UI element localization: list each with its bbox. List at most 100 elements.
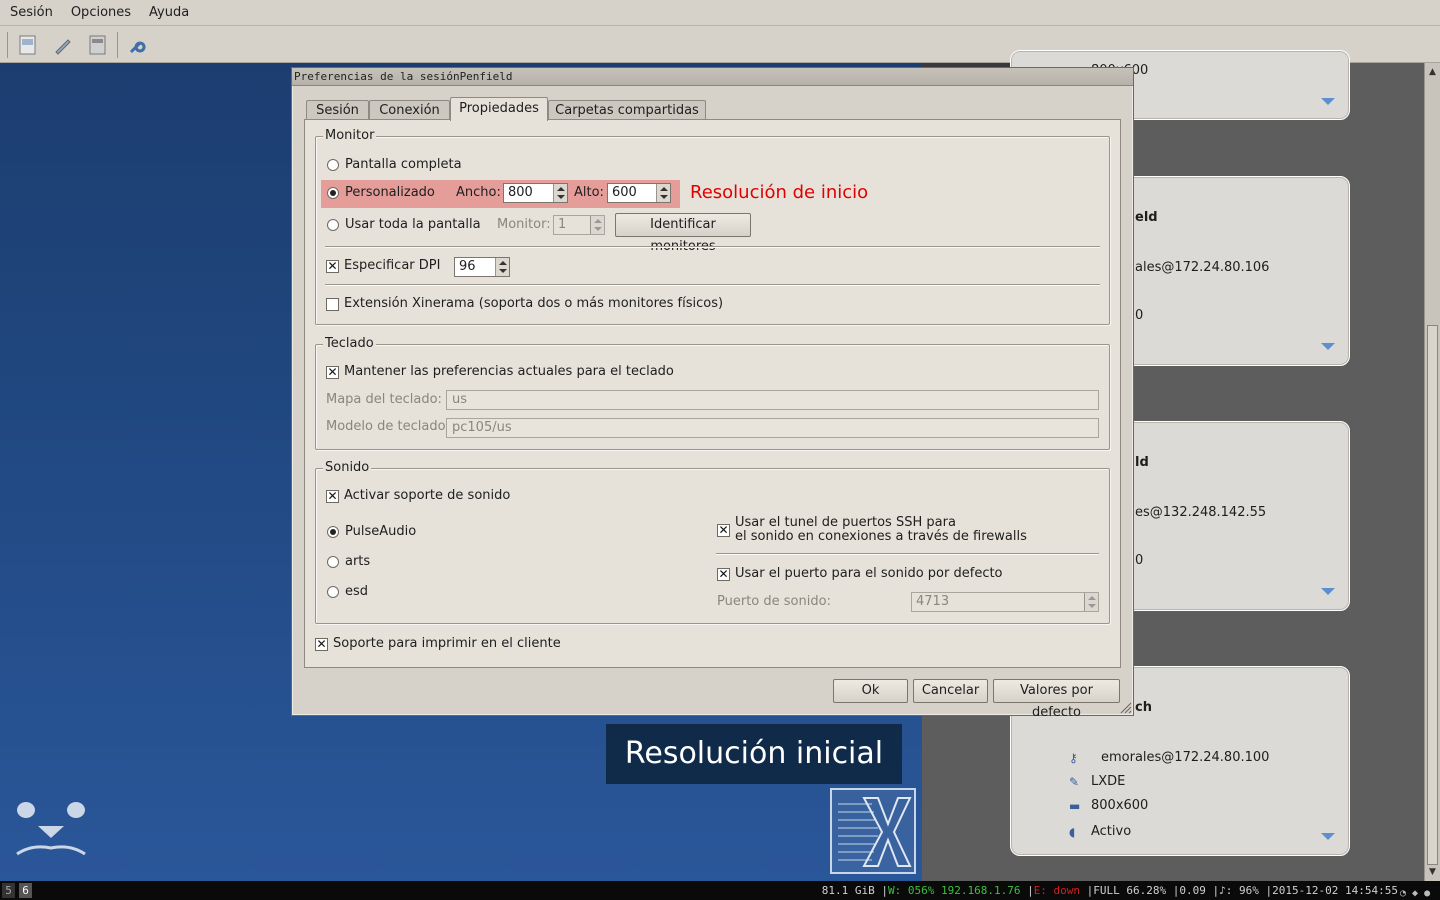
workspace-5[interactable]: 5 [2,883,15,898]
menu-ayuda[interactable]: Ayuda [139,5,197,20]
scrollbar-thumb[interactable] [1427,325,1438,865]
key-icon: ⚷ [1069,751,1078,765]
x2go-logo-icon [830,788,916,874]
menu-opciones[interactable]: Opciones [61,5,139,20]
dpi-spinbox[interactable]: 96 [454,257,510,277]
tray-icons[interactable]: ◔ ◆ ● [1400,884,1436,899]
cancel-button[interactable]: Cancelar [913,679,988,703]
session-resolution: 0 [1135,553,1144,568]
fullscreen-radio[interactable] [327,159,339,171]
height-label: Alto: [574,185,604,200]
arts-label: arts [345,554,371,569]
width-spin-arrows[interactable] [553,184,567,202]
session-resolution: 800x600 [1091,798,1149,813]
monitor-number-value: 1 [558,217,567,232]
expand-chevron-icon[interactable] [1321,833,1335,840]
enable-sound-label: Activar soporte de sonido [344,488,511,503]
xinerama-checkbox[interactable] [326,298,339,311]
separator [325,284,1100,286]
tab-carpetas-compartidas[interactable]: Carpetas compartidas [548,100,706,120]
keyboard-layout-field[interactable]: us [446,390,1099,410]
xinerama-label: Extensión Xinerama (soporta dos o más mo… [344,296,724,311]
tab-propiedades[interactable]: Propiedades [450,97,548,121]
workspace-6[interactable]: 6 [19,883,32,898]
caption-overlay: Resolución inicial [606,724,902,784]
resize-grip-icon[interactable] [1120,702,1132,714]
load-average: 0.09 [1179,884,1206,897]
menubar: Sesión Opciones Ayuda [0,0,1440,25]
identify-monitors-button[interactable]: Identificar monitores [615,213,751,254]
edit-pencil-icon[interactable] [51,33,75,57]
wifi-status: W: 056% 192.168.1.76 [887,884,1021,897]
ok-button[interactable]: Ok [833,679,908,703]
height-value: 600 [612,185,637,200]
new-session-icon[interactable] [16,33,40,57]
default-sound-port-checkbox[interactable]: ✕ [717,568,730,581]
keyboard-group-title: Teclado [323,336,376,351]
status-bar: 5 6 81.1 GiB |W: 056% 192.168.1.76 |E: d… [0,881,1440,900]
keyboard-model-field[interactable]: pc105/us [446,418,1099,438]
session-user-host: ales@172.24.80.106 [1135,260,1270,275]
ethernet-status: E: down [1033,884,1081,897]
menu-sesion[interactable]: Sesión [0,5,61,20]
whole-screen-label: Usar toda la pantalla [345,217,481,232]
width-value: 800 [508,185,533,200]
height-spin-arrows[interactable] [656,184,670,202]
whole-screen-radio[interactable] [327,219,339,231]
expand-chevron-icon[interactable] [1321,98,1335,105]
dialog-title: Preferencias de la sesiónPenfield [292,68,1133,86]
resolution-icon: ▬ [1069,799,1081,813]
ssh-tunnel-checkbox[interactable]: ✕ [717,524,730,537]
scroll-up-icon[interactable]: ▲ [1425,65,1440,79]
client-print-checkbox[interactable]: ✕ [315,638,328,651]
tab-conexion[interactable]: Conexión [369,100,450,120]
session-desktop-env: LXDE [1091,774,1126,789]
monitor-group-title: Monitor [323,128,377,143]
expand-chevron-icon[interactable] [1321,343,1335,350]
custom-resolution-radio[interactable] [327,187,339,199]
width-spinbox[interactable]: 800 [503,183,568,203]
desktop-env-icon: ✎ [1069,775,1080,789]
disk-free: 81.1 GiB [821,884,875,897]
date-time: 2015-12-02 14:54:55 [1272,884,1398,897]
wrench-icon[interactable] [125,33,149,57]
specify-dpi-checkbox[interactable]: ✕ [326,260,339,273]
keep-keyboard-label: Mantener las preferencias actuales para … [344,364,674,379]
specify-dpi-label: Especificar DPI [344,258,441,273]
remove-session-icon[interactable] [86,33,110,57]
esd-label: esd [345,584,369,599]
sound-port-value: 4713 [916,594,950,609]
scroll-down-icon[interactable]: ▼ [1425,865,1440,879]
width-label: Ancho: [456,185,501,200]
pulseaudio-radio[interactable] [327,526,339,538]
monitor-number-spinbox[interactable]: 1 [553,215,605,235]
tab-sesion[interactable]: Sesión [306,100,369,120]
sound-group-title: Sonido [323,460,372,475]
monitor-number-label: Monitor: [497,217,551,232]
arts-radio[interactable] [327,556,339,568]
mascot-logo-icon [16,802,86,856]
session-sound-status: Activo [1091,824,1132,839]
volume-level: ♪: 96% [1219,884,1259,897]
monitor-spin-arrows[interactable] [590,216,604,234]
toolbar-separator [117,32,118,58]
pulseaudio-label: PulseAudio [345,524,417,539]
sound-port-spinbox[interactable]: 4713 [911,592,1099,612]
dpi-spin-arrows[interactable] [495,258,509,276]
esd-radio[interactable] [327,586,339,598]
keyboard-layout-label: Mapa del teclado: [326,392,442,407]
scrollbar[interactable]: ▲ ▼ [1424,63,1440,881]
height-spinbox[interactable]: 600 [607,183,671,203]
keyboard-model-label: Modelo de teclado: [326,419,450,434]
status-info: 81.1 GiB |W: 056% 192.168.1.76 |E: down … [821,884,1398,897]
sound-port-spin-arrows[interactable] [1084,593,1098,611]
keep-keyboard-checkbox[interactable]: ✕ [326,366,339,379]
toolbar-grip [7,32,8,58]
session-name: eld [1135,210,1158,225]
defaults-button[interactable]: Valores por defecto [993,679,1120,720]
dpi-value: 96 [459,259,476,274]
expand-chevron-icon[interactable] [1321,588,1335,595]
enable-sound-checkbox[interactable]: ✕ [326,490,339,503]
ssh-tunnel-label-line1: Usar el tunel de puertos SSH para [735,515,956,530]
battery-status: FULL 66.28% [1093,884,1167,897]
